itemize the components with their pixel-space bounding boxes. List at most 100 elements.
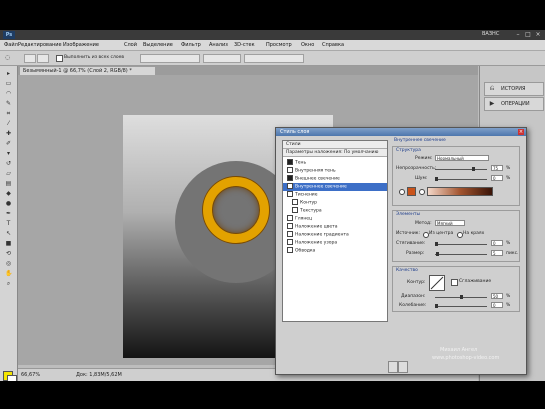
dodge-tool-icon[interactable]: ● bbox=[5, 200, 12, 207]
style-list-item[interactable]: Внутренняя тень bbox=[283, 167, 387, 175]
option-field[interactable] bbox=[203, 54, 241, 63]
minimize-icon[interactable]: – bbox=[514, 31, 522, 38]
quick-select-tool-icon[interactable]: ✎ bbox=[5, 100, 12, 107]
history-brush-tool-icon[interactable]: ↺ bbox=[5, 160, 12, 167]
dialog-action-button[interactable] bbox=[388, 361, 398, 373]
pen-tool-icon[interactable]: ✒ bbox=[5, 210, 12, 217]
menu-window[interactable]: Окно bbox=[301, 42, 314, 48]
range-field[interactable]: 50 bbox=[491, 293, 503, 299]
size-slider-knob[interactable] bbox=[436, 252, 439, 256]
style-checkbox[interactable] bbox=[287, 231, 293, 237]
color-radio[interactable] bbox=[399, 189, 405, 195]
glow-color-swatch[interactable] bbox=[407, 187, 416, 196]
menu-3d[interactable]: 3D-стек bbox=[234, 42, 255, 48]
noise-field[interactable]: 0 bbox=[491, 175, 503, 181]
healing-tool-icon[interactable]: ✚ bbox=[5, 130, 12, 137]
choke-field[interactable]: 0 bbox=[491, 240, 503, 246]
menu-layer[interactable]: Слой bbox=[124, 42, 137, 48]
jitter-slider[interactable] bbox=[435, 304, 487, 308]
all-layers-checkbox[interactable] bbox=[56, 55, 63, 62]
style-list-item[interactable]: Параметры наложения: По умолчанию bbox=[283, 149, 387, 157]
menu-edit[interactable]: Редактирование bbox=[18, 42, 62, 48]
style-checkbox[interactable] bbox=[287, 191, 293, 197]
jitter-field[interactable]: 0 bbox=[491, 302, 503, 308]
style-list-item[interactable]: Внешнее свечение bbox=[283, 175, 387, 183]
menu-analysis[interactable]: Анализ bbox=[209, 42, 228, 48]
option-field[interactable] bbox=[244, 54, 304, 63]
eyedropper-tool-icon[interactable]: ⁄ bbox=[5, 120, 12, 127]
dialog-action-button[interactable] bbox=[398, 361, 408, 373]
antialias-checkbox[interactable] bbox=[451, 279, 458, 286]
style-checkbox[interactable] bbox=[287, 247, 293, 253]
maximize-icon[interactable]: □ bbox=[524, 31, 532, 38]
style-list-item[interactable]: Тень bbox=[283, 159, 387, 167]
style-checkbox[interactable] bbox=[287, 175, 293, 181]
menu-select[interactable]: Выделение bbox=[143, 42, 173, 48]
style-list-item[interactable]: Стили bbox=[283, 141, 387, 149]
style-checkbox[interactable] bbox=[292, 207, 298, 213]
3d-rotate-tool-icon[interactable]: ⟲ bbox=[5, 250, 12, 257]
option-button[interactable] bbox=[37, 54, 49, 63]
style-checkbox[interactable] bbox=[292, 199, 298, 205]
style-list-item[interactable]: Обводка bbox=[283, 247, 387, 255]
menu-view[interactable]: Просмотр bbox=[266, 42, 292, 48]
move-tool-icon[interactable]: ▸ bbox=[5, 70, 12, 77]
3d-orbit-tool-icon[interactable]: ◎ bbox=[5, 260, 12, 267]
type-tool-icon[interactable]: T bbox=[5, 220, 12, 227]
menu-file[interactable]: Файл bbox=[4, 42, 18, 48]
stamp-tool-icon[interactable]: ▾ bbox=[5, 150, 12, 157]
opacity-slider-knob[interactable] bbox=[472, 167, 475, 171]
noise-slider-knob[interactable] bbox=[435, 177, 438, 181]
brush-tool-icon[interactable]: ✐ bbox=[5, 140, 12, 147]
lasso-tool-icon[interactable]: ◠ bbox=[5, 90, 12, 97]
tool-preset-icon[interactable]: ◌ bbox=[4, 54, 11, 61]
choke-slider[interactable] bbox=[435, 242, 487, 246]
zoom-tool-icon[interactable]: ⌕ bbox=[5, 280, 12, 287]
eraser-tool-icon[interactable]: ▱ bbox=[5, 170, 12, 177]
method-select[interactable]: Мягкий bbox=[435, 220, 465, 226]
refine-button[interactable] bbox=[140, 54, 200, 63]
style-checkbox[interactable] bbox=[287, 159, 293, 165]
blend-mode-select[interactable]: Нормальный bbox=[435, 155, 489, 161]
style-list-item[interactable]: Контур bbox=[283, 199, 387, 207]
style-list-item[interactable]: Внутреннее свечение bbox=[283, 183, 387, 191]
path-select-tool-icon[interactable]: ↖ bbox=[5, 230, 12, 237]
style-checkbox[interactable] bbox=[287, 183, 293, 189]
choke-slider-knob[interactable] bbox=[435, 242, 438, 246]
style-list-item[interactable]: Наложение узора bbox=[283, 239, 387, 247]
shape-tool-icon[interactable]: ■ bbox=[5, 240, 12, 247]
style-checkbox[interactable] bbox=[287, 239, 293, 245]
gradient-tool-icon[interactable]: ▤ bbox=[5, 180, 12, 187]
style-list-item[interactable]: Текстура bbox=[283, 207, 387, 215]
opacity-field[interactable]: 75 bbox=[491, 165, 503, 171]
zoom-level[interactable]: 66,67% bbox=[21, 372, 40, 378]
option-button[interactable] bbox=[24, 54, 36, 63]
style-list-item[interactable]: Глянец bbox=[283, 215, 387, 223]
range-slider-knob[interactable] bbox=[460, 295, 463, 299]
workspace-switcher[interactable]: ВАЗНС bbox=[482, 31, 499, 37]
opacity-slider[interactable] bbox=[435, 167, 487, 171]
history-panel-button[interactable]: ⎌ ИСТОРИЯ bbox=[484, 82, 544, 96]
marquee-tool-icon[interactable]: ▭ bbox=[5, 80, 12, 87]
contour-picker[interactable] bbox=[429, 275, 445, 291]
dialog-close-icon[interactable]: × bbox=[518, 129, 524, 135]
size-slider[interactable] bbox=[435, 252, 487, 256]
actions-panel-button[interactable]: ▶ ОПЕРАЦИИ bbox=[484, 97, 544, 111]
gradient-radio[interactable] bbox=[419, 189, 425, 195]
document-tab[interactable]: Безымянный-1 @ 66,7% (Слой 2, RGB/8) * bbox=[20, 67, 155, 75]
size-field[interactable]: 5 bbox=[491, 250, 503, 256]
style-checkbox[interactable] bbox=[287, 167, 293, 173]
style-list-item[interactable]: Наложение градиента bbox=[283, 231, 387, 239]
blur-tool-icon[interactable]: ◆ bbox=[5, 190, 12, 197]
style-checkbox[interactable] bbox=[287, 215, 293, 221]
range-slider[interactable] bbox=[435, 295, 487, 299]
menu-image[interactable]: Изображение bbox=[63, 42, 99, 48]
style-list-item[interactable]: Наложение цвета bbox=[283, 223, 387, 231]
noise-slider[interactable] bbox=[435, 177, 487, 181]
glow-gradient-picker[interactable] bbox=[427, 187, 493, 196]
menu-filter[interactable]: Фильтр bbox=[181, 42, 201, 48]
jitter-slider-knob[interactable] bbox=[435, 304, 438, 308]
style-list-item[interactable]: Тиснение bbox=[283, 191, 387, 199]
close-icon[interactable]: × bbox=[534, 31, 542, 38]
menu-help[interactable]: Справка bbox=[322, 42, 344, 48]
